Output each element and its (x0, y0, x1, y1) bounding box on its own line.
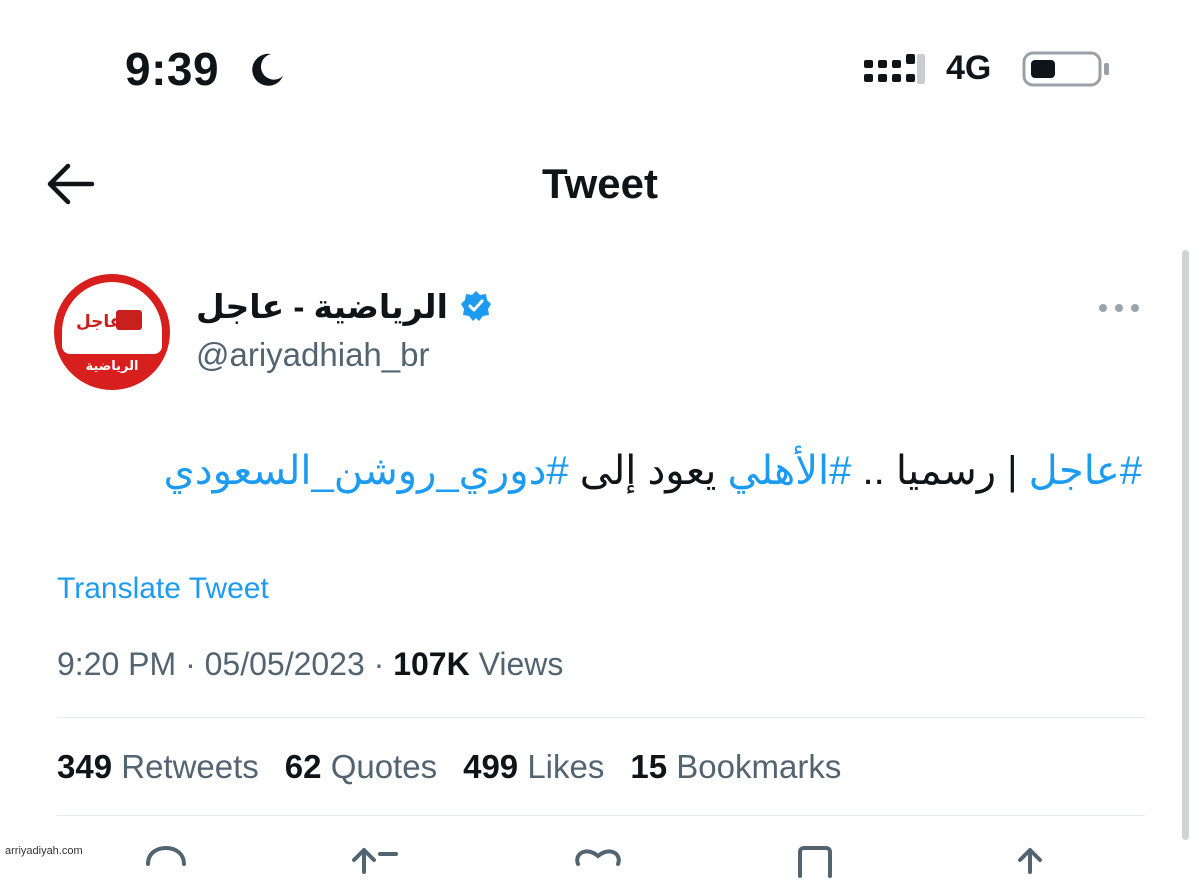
battery-icon (1022, 51, 1109, 87)
avatar-logo-text-top: عاجل (76, 312, 122, 331)
page-title: Tweet (542, 160, 658, 207)
retweet-icon[interactable] (350, 842, 402, 882)
more-options-icon[interactable] (1096, 293, 1142, 323)
stat-count: 349 (57, 748, 113, 785)
share-icon[interactable] (1004, 842, 1056, 882)
author-name-row[interactable]: الرياضية - عاجل (196, 284, 492, 328)
likes-stat[interactable]: 499 Likes (463, 748, 604, 786)
stat-count: 62 (284, 748, 322, 785)
watermark: arriyadiyah.com (5, 845, 83, 857)
quotes-stat[interactable]: 62 Quotes (285, 748, 437, 786)
tweet-text: #عاجل | رسميا .. #الأهلي يعود إلى #دوري_… (163, 448, 1142, 494)
engagement-stats: 349 Retweets 62 Quotes 499 Likes 15 Book… (57, 748, 841, 786)
hashtag-link[interactable]: #الأهلي (728, 449, 852, 493)
views-label: Views (478, 646, 564, 682)
meta-separator: · (364, 646, 394, 682)
stat-label: Retweets (121, 748, 259, 785)
stat-label: Likes (527, 748, 605, 785)
stat-label: Bookmarks (676, 748, 842, 785)
tweet-text-segment: يعود إلى (568, 449, 728, 493)
status-time: 9:39 (125, 43, 220, 95)
reply-icon[interactable] (140, 842, 192, 882)
avatar-logo-text-bottom: الرياضية (85, 358, 139, 373)
divider (57, 717, 1145, 718)
author-handle[interactable]: @ariyadhiah_br (196, 336, 429, 374)
stat-count: 15 (630, 748, 668, 785)
stat-count: 499 (463, 748, 519, 785)
tweet-time[interactable]: 9:20 PM (57, 646, 176, 682)
scrollbar[interactable] (1182, 250, 1189, 840)
tweet-date[interactable]: 05/05/2023 (205, 646, 365, 682)
hashtag-link[interactable]: #عاجل (1029, 449, 1142, 493)
verified-badge-icon (460, 291, 491, 321)
translate-tweet-link[interactable]: Translate Tweet (57, 572, 269, 606)
author-display-name[interactable]: الرياضية - عاجل (196, 287, 448, 326)
signal-icon (864, 54, 925, 84)
meta-separator: · (176, 646, 205, 682)
moon-icon (252, 53, 283, 86)
network-type: 4G (946, 49, 992, 87)
tweet-meta: 9:20 PM · 05/05/2023 · 107K Views (57, 646, 563, 683)
tweet-text-segment: | رسميا .. (851, 449, 1029, 493)
stat-label: Quotes (330, 748, 438, 785)
bookmark-icon[interactable] (790, 842, 842, 882)
bookmarks-stat[interactable]: 15 Bookmarks (630, 748, 841, 786)
like-icon[interactable] (572, 842, 624, 882)
hashtag-link[interactable]: #دوري_روشن_السعودي (163, 449, 568, 493)
divider (57, 815, 1145, 816)
retweets-stat[interactable]: 349 Retweets (57, 748, 259, 786)
views-count: 107K (393, 646, 470, 682)
avatar[interactable]: عاجل الرياضية (54, 274, 170, 390)
